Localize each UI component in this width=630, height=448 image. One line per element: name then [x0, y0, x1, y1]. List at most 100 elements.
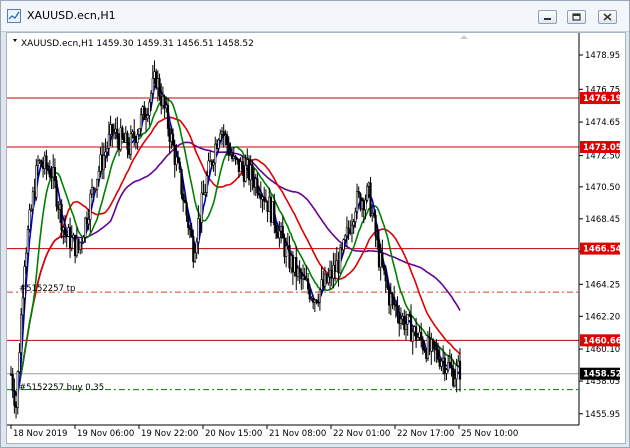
terminal-window: XAUUSD.ecn,H1 1478.95 1476.75 1474.65 1472.… [0, 0, 630, 448]
candle [445, 369, 448, 374]
candle [31, 191, 35, 210]
candle [431, 339, 435, 343]
candle [30, 208, 33, 211]
candle [178, 161, 181, 170]
candle [80, 241, 83, 244]
candle [112, 132, 116, 135]
close-button[interactable] [598, 10, 617, 24]
candle [109, 124, 112, 135]
candle [350, 224, 354, 234]
candle [347, 227, 350, 231]
candle [246, 159, 249, 166]
candle [128, 148, 131, 155]
candle [166, 104, 170, 129]
candle [258, 192, 261, 196]
candle [428, 336, 431, 352]
candle [374, 215, 377, 237]
candle [285, 245, 288, 257]
candle [349, 230, 352, 234]
candle [190, 229, 193, 237]
candle [234, 156, 237, 160]
candle [92, 187, 95, 190]
candle [450, 364, 453, 369]
candle [317, 301, 320, 304]
restore-button[interactable] [567, 10, 586, 24]
price-label: 1462.20 [585, 312, 620, 322]
chart-canvas[interactable]: 1478.951476.751474.651472.501470.501468.… [7, 33, 625, 443]
candle [322, 279, 325, 287]
candle [124, 132, 127, 143]
candle [453, 378, 457, 387]
candle [344, 235, 347, 241]
candle [139, 114, 143, 129]
candle [129, 133, 132, 155]
candle [200, 192, 203, 223]
candle [75, 238, 78, 257]
candle [345, 227, 349, 237]
candle [165, 104, 168, 109]
candle [369, 182, 372, 217]
candle [327, 276, 330, 284]
price-label: 1455.95 [585, 410, 620, 420]
candle [185, 202, 188, 216]
candle [18, 352, 21, 372]
window-titlebar[interactable]: XAUUSD.ecn,H1 [1, 1, 629, 32]
candle [9, 373, 13, 376]
price-chart[interactable]: 1478.95 1476.75 1474.65 1472.50 1470.50 1468.… [6, 32, 626, 444]
one-click-trading-icon[interactable] [460, 35, 468, 39]
candle [436, 349, 440, 360]
candle [291, 255, 294, 273]
candle [47, 168, 50, 171]
candle [77, 238, 80, 250]
candle [271, 201, 274, 223]
time-label: 21 Nov 08:00 [269, 429, 326, 439]
candle [131, 131, 134, 135]
candle [183, 200, 186, 203]
candle [448, 362, 451, 366]
candle [293, 257, 296, 273]
candle [21, 297, 24, 316]
candle [430, 339, 433, 352]
candle [232, 156, 235, 159]
candle [36, 160, 40, 166]
candle [57, 206, 60, 210]
candle [381, 252, 384, 266]
candle [426, 336, 430, 359]
candle [204, 192, 207, 196]
candle [134, 137, 138, 143]
candle [35, 165, 38, 198]
candle [249, 164, 252, 181]
collapse-arrow-icon[interactable] [13, 39, 17, 42]
candle [386, 280, 389, 289]
candle [41, 166, 45, 169]
candle [332, 265, 335, 279]
candle [455, 365, 458, 380]
candle [406, 314, 409, 325]
candle [403, 316, 406, 330]
candle [40, 160, 43, 167]
ma-long-line [13, 141, 461, 397]
candle [148, 101, 151, 116]
candle [354, 211, 357, 222]
candle [160, 95, 163, 106]
candle [197, 218, 200, 243]
candle [25, 252, 28, 267]
candle [276, 232, 279, 239]
candle [58, 203, 62, 210]
candle [111, 124, 114, 135]
candle [371, 213, 374, 217]
candle [325, 273, 328, 284]
candle [65, 234, 68, 237]
candle [339, 247, 342, 274]
candle [236, 158, 239, 161]
candle [153, 71, 156, 79]
candle [252, 178, 256, 188]
minimize-button[interactable] [538, 10, 557, 24]
candle [188, 227, 192, 231]
candle [85, 217, 89, 225]
candle [180, 169, 183, 195]
candle [171, 133, 175, 146]
candle [342, 239, 345, 251]
candle [303, 275, 306, 280]
candle [239, 161, 242, 173]
